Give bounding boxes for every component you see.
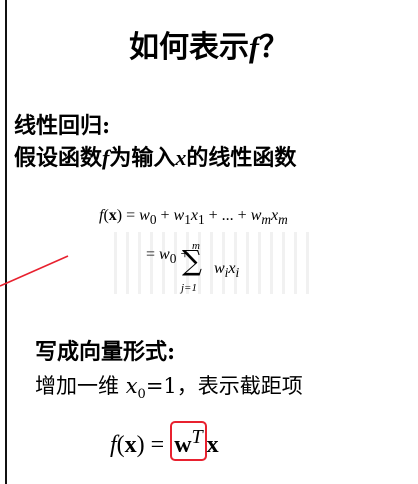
vector-form-equation: f(x) = wT x	[110, 421, 219, 461]
vector-form-heading: 写成向量形式:	[35, 339, 176, 365]
red-annotation-stroke	[0, 255, 69, 287]
intercept-description: 增加一维 x0=1，表示截距项	[35, 374, 303, 403]
highlighted-w-transpose: wT	[170, 421, 207, 461]
